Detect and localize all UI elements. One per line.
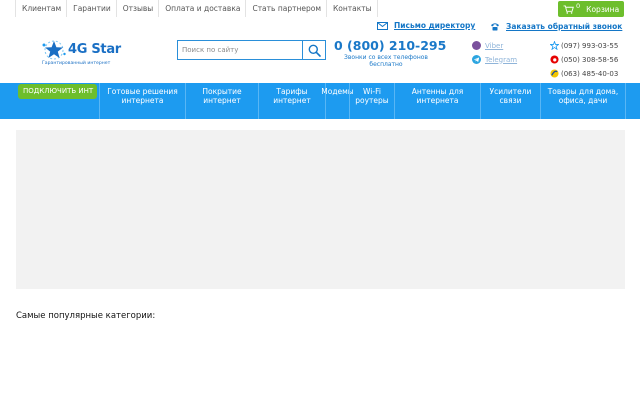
connect-internet-button[interactable]: ПОДКЛЮЧИТЬ ИНТ [18, 84, 97, 99]
nav-item-signal-boosters[interactable]: Усилители связи [480, 83, 540, 119]
top-link-payment-delivery[interactable]: Оплата и доставка [158, 0, 245, 17]
star-logo-icon [42, 40, 66, 60]
nav-item-antennas[interactable]: Антенны для интернета [394, 83, 480, 119]
cart-count: 0 [576, 2, 581, 10]
nav-item-ready-solutions[interactable]: Готовые решения интернета [99, 83, 185, 119]
operator-phone-label: (050) 308-58-56 [561, 55, 619, 64]
search-box [177, 40, 326, 60]
logo[interactable]: 4G Star Гарантированный интернет [41, 39, 131, 71]
nav-item-tariffs[interactable]: Тарифы интернет [258, 83, 325, 119]
operator-phone-kyivstar[interactable]: (097) 993-03-55 [550, 41, 618, 50]
nav-item-modems[interactable]: Модемы [321, 83, 354, 119]
top-link-reviews[interactable]: Отзывы [115, 0, 159, 17]
nav-item-wifi-routers[interactable]: Wi-Fi роутеры [349, 83, 394, 119]
search-icon [308, 44, 321, 57]
hotline-phone[interactable]: 0 (800) 210-295 [334, 38, 446, 53]
operator-phone-lifecell[interactable]: (063) 485-40-03 [550, 69, 618, 78]
viber-link[interactable]: Viber [472, 41, 503, 50]
operator-phone-label: (097) 993-03-55 [561, 41, 619, 50]
cart-button[interactable]: 0 Корзина [558, 1, 624, 17]
cart-icon [563, 4, 574, 14]
callback-label: Заказать обратный звонок [506, 22, 623, 31]
top-link-clients[interactable]: Клиентам [15, 0, 66, 17]
top-link-become-partner[interactable]: Стать партнером [245, 0, 326, 17]
telegram-label: Telegram [485, 55, 518, 64]
director-letter-link[interactable]: Письмо директору [377, 21, 475, 30]
top-links-bar: Клиентам Гарантии Отзывы Оплата и достав… [15, 0, 378, 17]
hotline-note: Звонки со всех телефонов бесплатно [344, 54, 428, 68]
banner-placeholder [16, 130, 625, 289]
operator-phone-vodafone[interactable]: (050) 308-58-56 [550, 55, 618, 64]
main-nav: ПОДКЛЮЧИТЬ ИНТ Готовые решения интернета… [0, 83, 640, 119]
popular-categories-title: Самые популярные категории: [16, 311, 156, 321]
top-link-contacts[interactable]: Контакты [325, 0, 378, 17]
nav-item-coverage[interactable]: Покрытие интернет [185, 83, 258, 119]
phone-handset-icon [491, 23, 499, 31]
search-input[interactable] [178, 41, 302, 59]
top-link-guarantees[interactable]: Гарантии [66, 0, 116, 17]
kyivstar-icon [550, 41, 559, 50]
lifecell-icon [550, 69, 559, 78]
nav-item-home-office-goods[interactable]: Товары для дома, офиса, дачи [540, 83, 626, 119]
logo-tagline: Гарантированный интернет [42, 61, 111, 66]
vodafone-icon [550, 55, 559, 64]
viber-label: Viber [485, 41, 504, 50]
logo-name: 4G Star [68, 42, 121, 57]
search-button[interactable] [302, 41, 325, 59]
page: Клиентам Гарантии Отзывы Оплата и достав… [0, 0, 640, 400]
operator-phone-label: (063) 485-40-03 [561, 69, 619, 78]
director-letter-label: Письмо директору [394, 21, 476, 30]
envelope-icon [377, 22, 388, 30]
cart-label: Корзина [586, 4, 620, 14]
callback-link[interactable]: Заказать обратный звонок [490, 21, 622, 31]
telegram-icon [472, 55, 481, 64]
telegram-link[interactable]: Telegram [472, 55, 517, 64]
viber-icon [472, 41, 481, 50]
